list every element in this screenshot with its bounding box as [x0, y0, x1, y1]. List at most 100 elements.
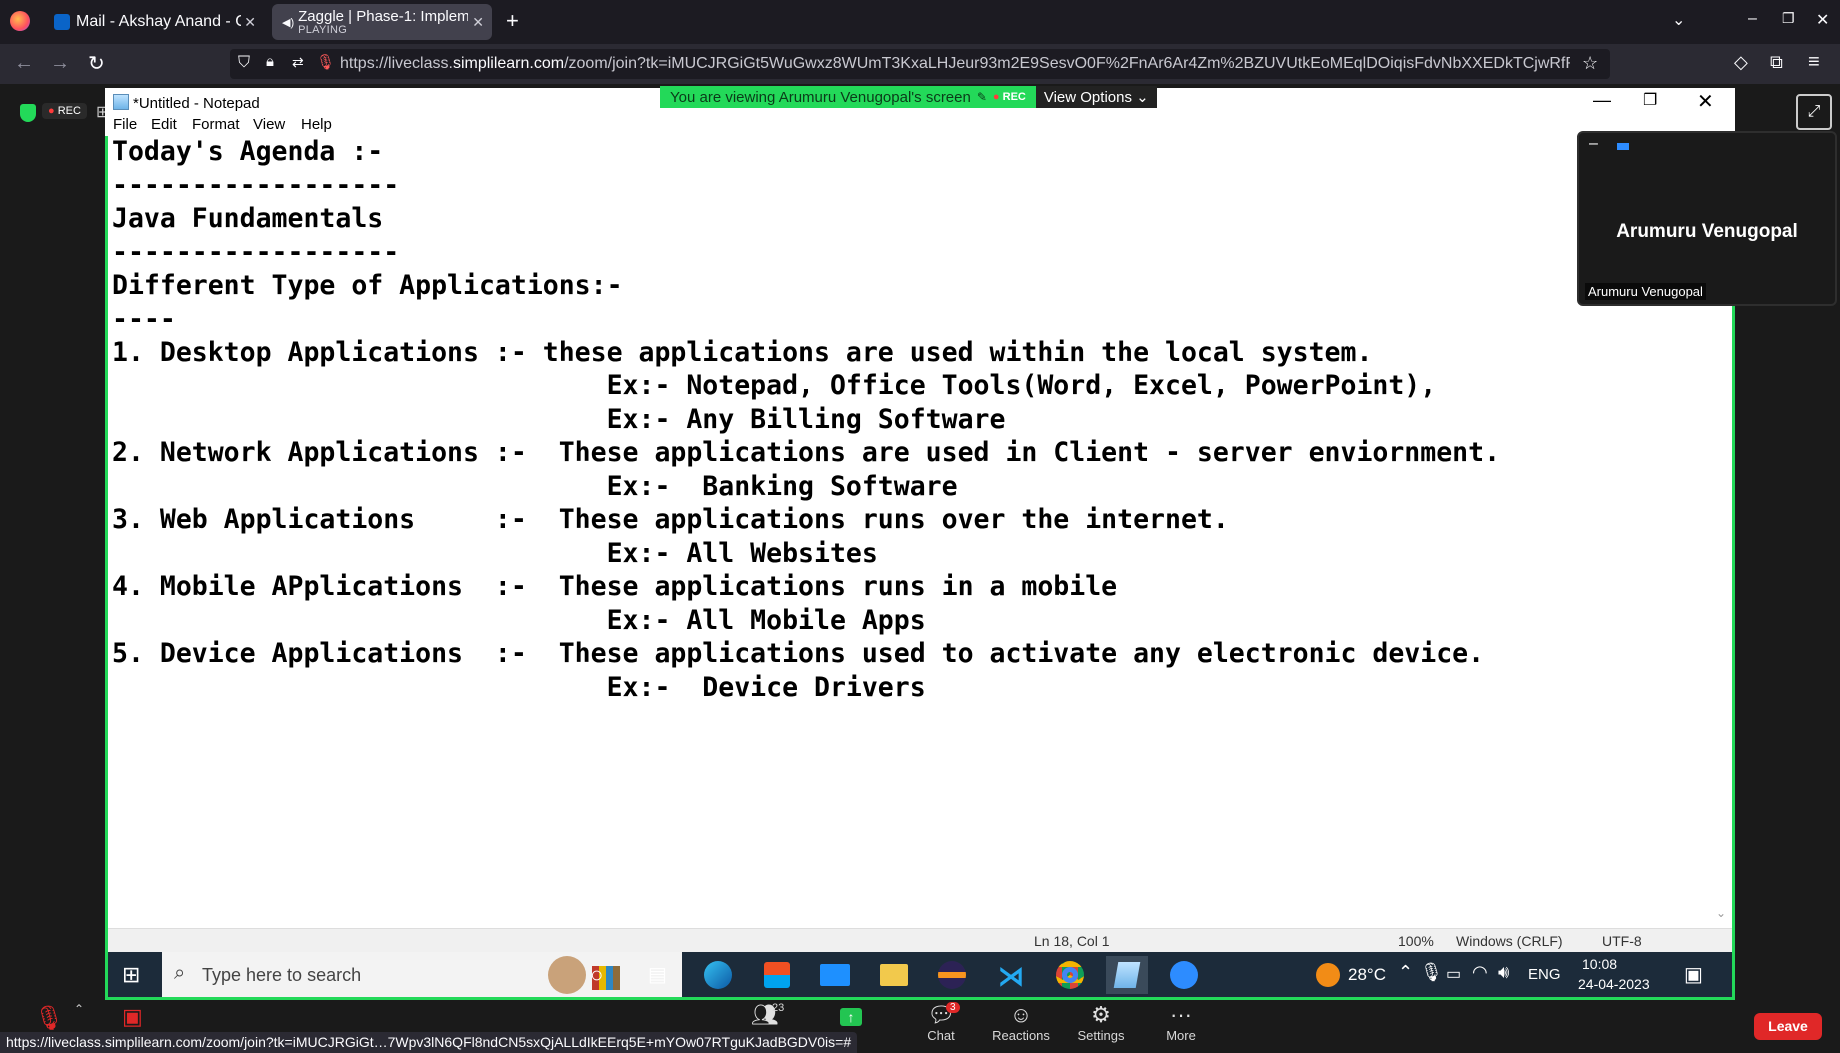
shield-icon[interactable]: ⛉ [238, 54, 250, 72]
volume-icon[interactable]: 🔊︎ [1498, 962, 1509, 983]
reload-icon[interactable]: ↻ [88, 51, 105, 76]
more-icon: ··· [1170, 1002, 1192, 1027]
text-line: Ex:- Any Billing Software [112, 404, 1006, 435]
text-line: ------------------ [112, 237, 400, 268]
text-line: Java Fundamentals [112, 203, 384, 234]
share-screen-button[interactable]: ↑ [816, 1002, 886, 1028]
weather-icon[interactable] [1316, 963, 1340, 987]
bookmark-star-icon[interactable]: ☆ [1582, 53, 1598, 74]
video-off-icon[interactable]: ▣ [122, 1004, 143, 1030]
notepad-close-icon[interactable]: ✕ [1697, 89, 1714, 114]
view-options-button[interactable]: View Options ⌄ [1035, 86, 1157, 108]
file-explorer-icon[interactable] [880, 964, 908, 986]
clock-date[interactable]: 24-04-2023 [1578, 976, 1650, 992]
notepad-minimize-icon[interactable]: — [1593, 90, 1611, 111]
task-view-icon[interactable]: ▤ [648, 962, 667, 987]
menu-help[interactable]: Help [301, 116, 332, 133]
recording-indicator[interactable]: ● REC [42, 103, 87, 119]
taskbar-search[interactable]: ⌕ Type here to search [162, 952, 682, 997]
permissions-icon[interactable]: ⇄ [292, 54, 304, 71]
search-icon: ⌕ [174, 962, 186, 984]
participants-count: 23 [772, 1002, 785, 1014]
lock-icon[interactable]: 🔒︎ [266, 53, 274, 70]
audio-options-icon[interactable]: ⌃ [74, 1002, 84, 1016]
participants-button[interactable]: 👥︎ 23 [730, 1002, 800, 1028]
restore-icon[interactable]: ❐ [1782, 10, 1795, 27]
zoom-app-icon[interactable] [1170, 961, 1198, 989]
gear-icon: ⚙ [1091, 1002, 1111, 1027]
windows-start-icon[interactable]: ⊞ [122, 962, 140, 988]
tab-outlook-mail[interactable]: Mail - Akshay Anand - Outlook ✕ [44, 4, 264, 40]
show-hidden-icons[interactable]: ⌃ [1398, 962, 1413, 983]
battery-icon[interactable]: ▭ [1446, 964, 1461, 984]
reactions-button[interactable]: ☺ Reactions [986, 1002, 1056, 1043]
eclipse-icon[interactable] [938, 961, 966, 989]
encoding: UTF-8 [1602, 933, 1642, 949]
language-indicator[interactable]: ENG [1528, 966, 1561, 983]
chrome-icon[interactable] [1056, 961, 1084, 989]
more-label: More [1166, 1028, 1196, 1043]
text-line: ------------------ [112, 170, 400, 201]
viewing-text: You are viewing Arumuru Venugopal's scre… [670, 88, 971, 106]
chat-icon: 💬︎ [927, 1002, 955, 1027]
clock-time[interactable]: 10:08 [1582, 956, 1617, 972]
new-tab-button[interactable]: + [506, 8, 519, 34]
app-menu-icon[interactable]: ≡ [1808, 51, 1820, 74]
minimize-icon[interactable]: – [1748, 10, 1757, 28]
microphone-muted-icon[interactable]: 🎙︎ [316, 53, 335, 71]
text-line: 1. Desktop Applications :- these applica… [112, 337, 1373, 368]
video-minimize-icon[interactable]: – [1589, 135, 1598, 153]
store-icon[interactable] [764, 962, 790, 988]
vscode-icon[interactable]: ⋊ [998, 961, 1024, 992]
microphone-icon[interactable]: 🎙︎ [1420, 962, 1443, 983]
text-line: Different Type of Applications:- [112, 270, 623, 301]
chevron-down-icon: ⌄ [1136, 89, 1149, 106]
notepad-menu-bar: File Edit Format View Help [105, 114, 1735, 136]
notifications-icon[interactable]: ▣ [1684, 962, 1703, 987]
back-icon[interactable]: ← [14, 52, 34, 75]
link-status-url: https://liveclass.simplilearn.com/zoom/j… [0, 1032, 858, 1053]
settings-button[interactable]: ⚙ Settings [1066, 1002, 1136, 1043]
text-line: Ex:- Banking Software [112, 471, 958, 502]
encryption-shield-icon [20, 104, 36, 122]
chat-button[interactable]: 💬︎ 3 Chat [906, 1002, 976, 1043]
close-window-icon[interactable]: ✕ [1816, 10, 1829, 30]
url-text[interactable]: https://liveclass.simplilearn.com/zoom/j… [340, 55, 1570, 73]
wifi-icon[interactable]: ◠ [1472, 962, 1488, 983]
menu-file[interactable]: File [113, 116, 137, 133]
leave-button[interactable]: Leave [1754, 1013, 1822, 1040]
mic-muted-icon[interactable]: 🎙︎ [34, 1004, 64, 1033]
forward-icon[interactable]: → [50, 52, 70, 75]
pocket-icon[interactable]: ◇ [1734, 52, 1748, 73]
menu-format[interactable]: Format [192, 116, 240, 133]
participant-video-panel[interactable]: – Arumuru Venugopal Arumuru Venugopal [1577, 131, 1837, 306]
chat-label: Chat [927, 1028, 955, 1043]
edge-icon[interactable] [704, 961, 732, 989]
mail-icon[interactable] [820, 964, 850, 986]
firefox-menu-icon[interactable] [10, 11, 30, 31]
line-ending: Windows (CRLF) [1456, 933, 1563, 949]
tab-zaggle-class[interactable]: ◀) Zaggle | Phase-1: Implem PLAYING ✕ [272, 4, 492, 40]
menu-edit[interactable]: Edit [151, 116, 177, 133]
address-bar[interactable]: ⛉ 🔒︎ ⇄ 🎙︎ https://liveclass.simplilearn.… [230, 49, 1610, 79]
notepad-editor[interactable]: Today's Agenda :- ------------------ Jav… [110, 136, 1710, 922]
outlook-icon [54, 14, 70, 30]
weather-temp[interactable]: 28°C [1348, 965, 1386, 985]
list-all-tabs-icon[interactable]: ⌄ [1672, 10, 1685, 30]
notepad-maximize-icon[interactable]: ❐ [1643, 90, 1657, 110]
text-line: Ex:- Device Drivers [112, 672, 926, 703]
text-line: Ex:- All Websites [112, 538, 878, 569]
extensions-icon[interactable]: ⧉ [1770, 52, 1783, 73]
video-view-icon[interactable] [1617, 143, 1629, 150]
tab-close-icon[interactable]: ✕ [472, 14, 484, 31]
text-line: 5. Device Applications :- These applicat… [112, 638, 1485, 669]
more-button[interactable]: ··· More [1146, 1002, 1216, 1043]
fullscreen-button[interactable]: ⤢ [1796, 94, 1832, 130]
scroll-down-icon[interactable]: ⌄ [1716, 906, 1726, 920]
tab-close-icon[interactable]: ✕ [244, 14, 256, 31]
tab-title: Zaggle | Phase-1: Implem [298, 8, 469, 24]
speaker-icon[interactable]: ◀) [282, 16, 294, 29]
cortana-icon[interactable]: ○ [590, 962, 603, 988]
participants-icon: 👥︎ [751, 1002, 779, 1027]
menu-view[interactable]: View [253, 116, 285, 133]
